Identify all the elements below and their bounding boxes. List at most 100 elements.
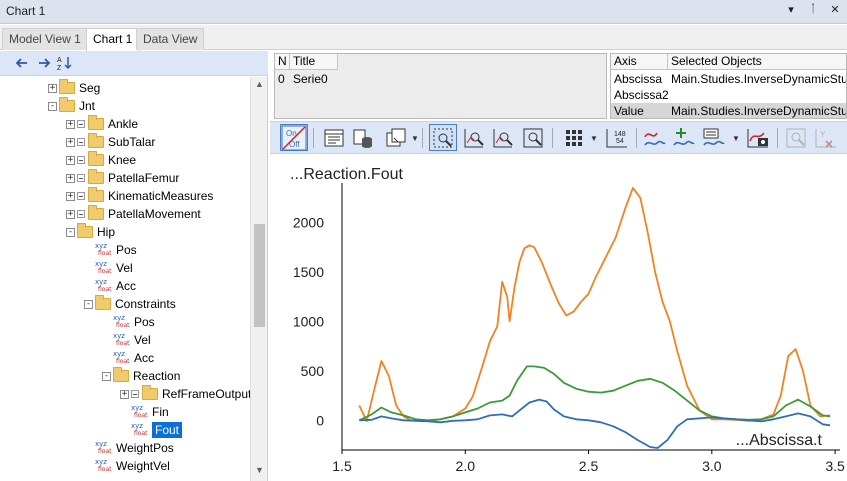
tree-node[interactable]: - Jnt xyxy=(48,97,95,115)
model-tree[interactable]: + Seg - Jnt + Ankle + SubTalar + Knee + PatellaFemu… xyxy=(0,77,250,481)
tree-node-label[interactable]: Vel xyxy=(116,261,133,275)
series-table[interactable]: N Title 0 Serie0 xyxy=(274,53,607,119)
tree-node-label[interactable]: Fin xyxy=(152,405,169,419)
chevron-down-icon[interactable]: ▼ xyxy=(590,134,598,143)
tree-node-label[interactable]: Constraints xyxy=(115,297,176,311)
tree-node-label[interactable]: Jnt xyxy=(79,99,95,113)
expand-icon[interactable]: + xyxy=(48,83,57,93)
tree-node[interactable]: + Ankle xyxy=(66,115,138,133)
arrow-left-icon[interactable] xyxy=(14,55,30,71)
tree-node-label[interactable]: RefFrameOutput xyxy=(162,387,250,401)
tab-data-view[interactable]: Data View xyxy=(136,28,205,50)
data-export-button[interactable] xyxy=(349,124,377,151)
tree-node-label[interactable]: Reaction xyxy=(133,369,180,383)
tree-node[interactable]: xyz float Pos xyxy=(84,241,137,259)
collapse-icon[interactable]: - xyxy=(84,299,93,309)
column-header-axis[interactable]: Axis xyxy=(611,54,668,70)
expand-icon[interactable]: + xyxy=(66,137,75,147)
expand-icon[interactable]: + xyxy=(66,155,75,165)
tree-node-label[interactable]: Pos xyxy=(116,243,137,257)
grid-toggle-button[interactable] xyxy=(560,124,588,151)
zoom-x-button[interactable] xyxy=(460,124,488,151)
expand-icon[interactable]: + xyxy=(120,389,129,399)
tree-node[interactable]: + PatellaMovement xyxy=(66,205,201,223)
hide-series-button[interactable]: Y xyxy=(812,124,840,151)
tab-chart[interactable]: Chart 1 xyxy=(86,28,140,51)
tree-node[interactable]: - Constraints xyxy=(84,295,176,313)
table-row[interactable]: Abscissa2 xyxy=(611,87,846,103)
tree-node[interactable]: xyz float Fout xyxy=(120,421,183,439)
tree-node[interactable]: xyz float Vel xyxy=(84,259,133,277)
collapse-icon[interactable]: - xyxy=(102,371,111,381)
scrollbar-thumb[interactable] xyxy=(254,224,265,327)
sort-az-icon[interactable]: AZ xyxy=(57,55,73,72)
dropdown-icon[interactable]: ▾ xyxy=(785,3,797,16)
add-series-button[interactable] xyxy=(670,124,698,151)
collapse-icon[interactable]: - xyxy=(66,227,75,237)
tree-node[interactable]: xyz float Fin xyxy=(120,403,169,421)
tree-node-label[interactable]: Knee xyxy=(108,153,136,167)
line-chart[interactable]: 1.5 2.0 2.5 3.0 3.5 0 500 1000 1500 2000 ...Reacti… xyxy=(270,155,847,481)
on-off-toggle-button[interactable]: On Off xyxy=(280,124,308,151)
tree-node-label[interactable]: Acc xyxy=(134,351,154,365)
tree-node[interactable]: xyz float WeightPos xyxy=(84,439,174,457)
zoom-y-button[interactable] xyxy=(489,124,517,151)
tree-node[interactable]: xyz float Acc xyxy=(84,277,136,295)
tree-node[interactable]: - Hip xyxy=(66,223,115,241)
column-header-selected-objects[interactable]: Selected Objects xyxy=(668,54,846,70)
expand-icon[interactable]: + xyxy=(66,119,75,129)
chart-area[interactable]: 1.5 2.0 2.5 3.0 3.5 0 500 1000 1500 2000 ...Reacti… xyxy=(270,155,847,481)
tree-node[interactable]: + Seg xyxy=(48,79,100,97)
tree-node[interactable]: xyz float WeightVel xyxy=(84,457,170,475)
tree-node[interactable]: xyz float Acc xyxy=(102,349,154,367)
tree-node[interactable]: - Reaction xyxy=(102,367,180,385)
tree-scrollbar[interactable]: ▲ ▼ xyxy=(250,77,267,481)
column-header-title[interactable]: Title xyxy=(290,54,338,70)
tab-model-view[interactable]: Model View 1 xyxy=(2,28,88,50)
collapse-icon[interactable]: - xyxy=(48,101,57,111)
tree-node[interactable]: + Knee xyxy=(66,151,136,169)
tree-node[interactable]: + SubTalar xyxy=(66,133,155,151)
scroll-down-icon[interactable]: ▼ xyxy=(251,465,268,479)
expand-icon[interactable]: + xyxy=(66,209,75,219)
tree-node-label[interactable]: SubTalar xyxy=(108,135,155,149)
tree-node-label[interactable]: PatellaFemur xyxy=(108,171,179,185)
pin-icon[interactable]: ᛙ xyxy=(807,3,819,16)
expand-icon[interactable]: + xyxy=(66,173,75,183)
tree-node[interactable]: + KinematicMeasures xyxy=(66,187,213,205)
zoom-reset-button[interactable] xyxy=(782,124,810,151)
tree-node[interactable]: + PatellaFemur xyxy=(66,169,179,187)
chevron-down-icon[interactable]: ▼ xyxy=(732,134,740,143)
axis-objects-table[interactable]: Axis Selected Objects Abscissa Main.Stud… xyxy=(610,53,847,119)
tree-node-label[interactable]: Pos xyxy=(134,315,155,329)
arrow-right-icon[interactable] xyxy=(36,55,52,71)
chevron-down-icon[interactable]: ▼ xyxy=(411,134,419,143)
tree-node-label[interactable]: Ankle xyxy=(108,117,138,131)
tree-node[interactable]: xyz float Pos xyxy=(102,313,155,331)
data-labels-button[interactable]: 148 54 xyxy=(603,124,631,151)
tree-node-label[interactable]: PatellaMovement xyxy=(108,207,201,221)
zoom-select-button[interactable] xyxy=(429,124,457,151)
tree-node[interactable]: + RefFrameOutput xyxy=(120,385,250,403)
tree-node-label[interactable]: Fout xyxy=(152,422,183,438)
scroll-up-icon[interactable]: ▲ xyxy=(251,79,268,93)
close-icon[interactable]: ✕ xyxy=(829,3,841,16)
series-edit-button[interactable] xyxy=(641,124,669,151)
tree-node-label[interactable]: Acc xyxy=(116,279,136,293)
copy-chart-button[interactable] xyxy=(382,124,410,151)
tree-node-label[interactable]: KinematicMeasures xyxy=(108,189,213,203)
tree-node-label[interactable]: Hip xyxy=(97,225,115,239)
tree-node-label[interactable]: Seg xyxy=(79,81,100,95)
series-list-button[interactable] xyxy=(700,124,728,151)
zoom-fit-button[interactable] xyxy=(519,124,547,151)
table-row[interactable]: Abscissa Main.Studies.InverseDynamicStud… xyxy=(611,71,846,87)
tree-node[interactable]: xyz float Vel xyxy=(102,331,151,349)
tree-node-label[interactable]: Vel xyxy=(134,333,151,347)
tree-node-label[interactable]: WeightPos xyxy=(116,441,174,455)
series-title[interactable]: Serie0 xyxy=(293,71,328,87)
chart-properties-button[interactable] xyxy=(320,124,348,151)
column-header-n[interactable]: N xyxy=(275,54,290,70)
table-row-selected[interactable]: Value Main.Studies.InverseDynamicStudy.O… xyxy=(611,103,846,118)
screenshot-button[interactable] xyxy=(744,124,772,151)
tree-node-label[interactable]: WeightVel xyxy=(116,459,170,473)
